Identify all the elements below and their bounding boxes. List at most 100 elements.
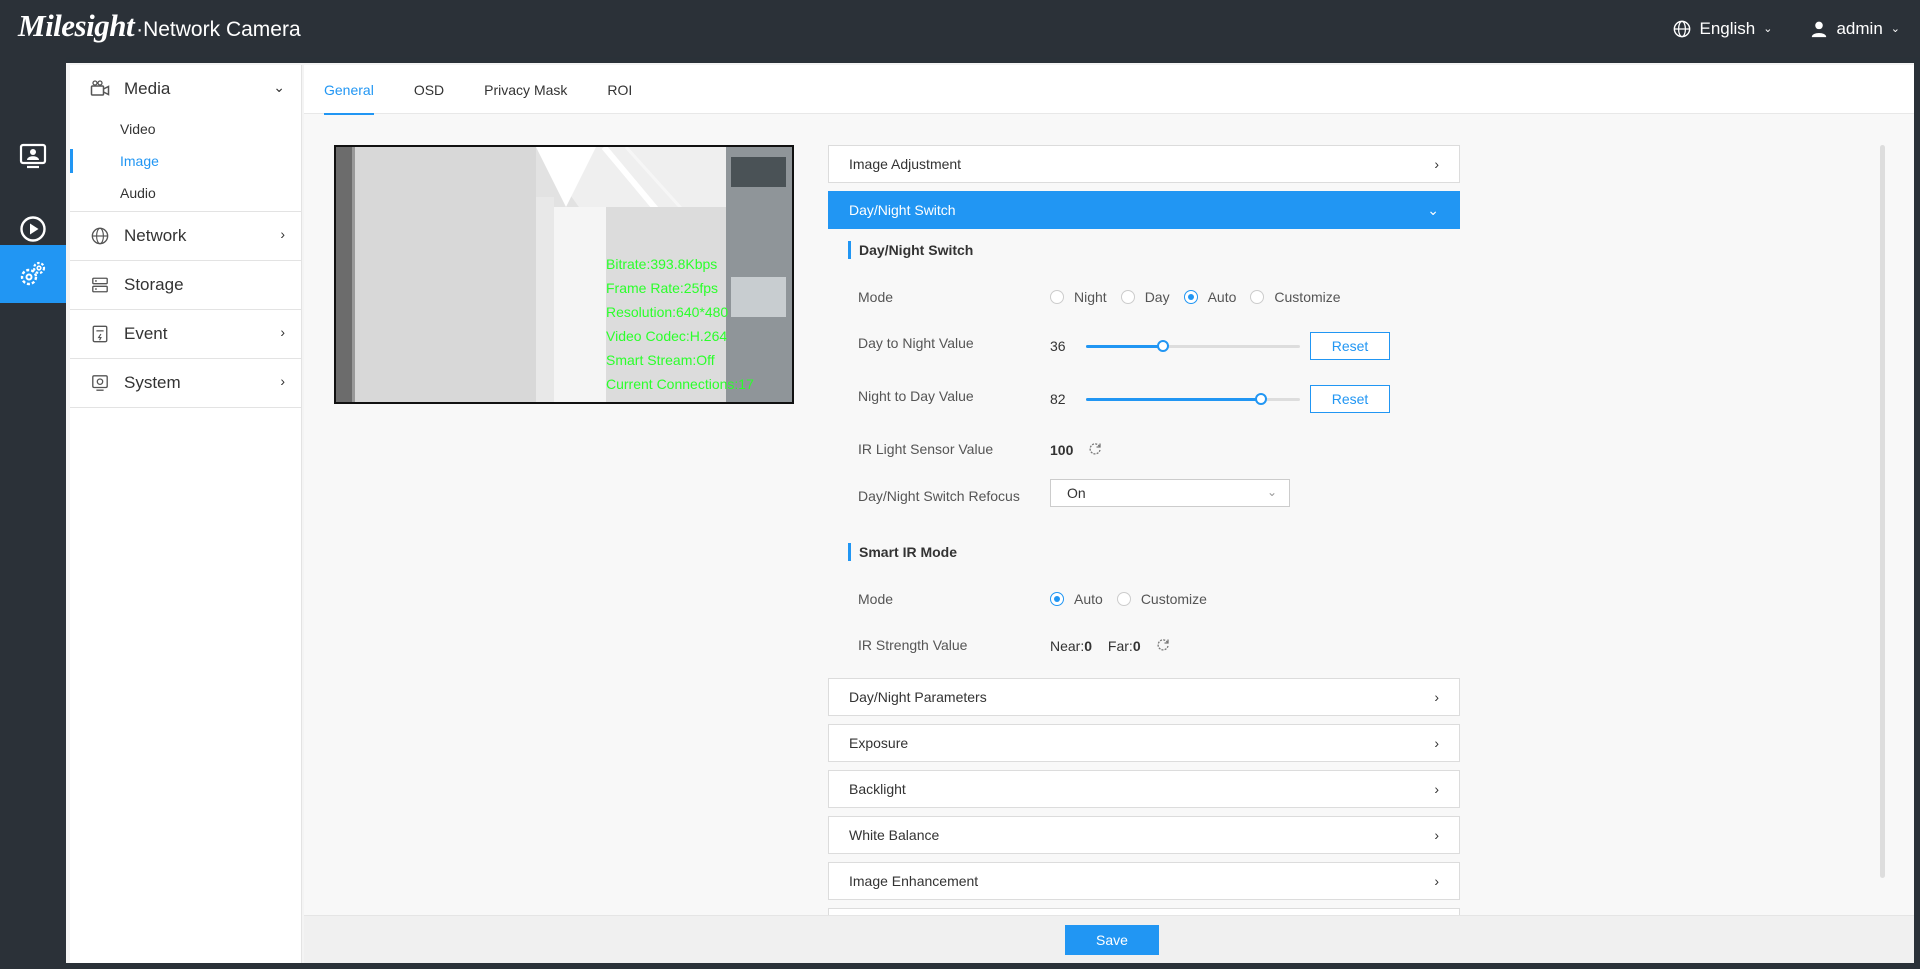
accordion-exposure[interactable]: Exposure › (828, 724, 1460, 762)
chevron-right-icon: › (280, 324, 285, 340)
chevron-right-icon: › (1434, 156, 1439, 172)
radio-night[interactable]: Night (1050, 289, 1107, 305)
chevron-right-icon: › (1434, 781, 1439, 797)
section-title-smart-ir: Smart IR Mode (848, 543, 957, 561)
slider-knob[interactable] (1157, 340, 1170, 352)
refocus-label: Day/Night Switch Refocus (858, 488, 1020, 504)
accordion-day-night-switch[interactable]: Day/Night Switch ⌄ (828, 191, 1460, 229)
chevron-right-icon: › (280, 226, 285, 242)
slider-knob[interactable] (1255, 393, 1268, 405)
osd-line: Video Codec:H.264 (606, 328, 728, 344)
radio-ir-customize[interactable]: Customize (1116, 591, 1207, 607)
tab-general[interactable]: General (324, 65, 374, 115)
live-view-icon (19, 143, 47, 169)
ir-strength-values: Near:0 Far:0 (1050, 638, 1141, 654)
product-name: ·Network Camera (136, 18, 301, 41)
mode-label: Mode (858, 289, 894, 305)
tab-roi[interactable]: ROI (607, 65, 632, 114)
ir-sensor-value: 100 (1050, 442, 1074, 458)
system-icon (90, 373, 110, 393)
radio-label: Day (1144, 289, 1170, 305)
user-icon (1812, 21, 1827, 37)
user-label: admin (1836, 18, 1883, 38)
tab-osd[interactable]: OSD (414, 65, 444, 114)
refocus-select[interactable]: On ⌄ (1050, 479, 1290, 507)
event-icon (90, 324, 110, 344)
chevron-down-icon: ⌄ (1427, 202, 1439, 218)
refocus-value: On (1067, 485, 1086, 501)
far-value: 0 (1132, 638, 1141, 654)
playback-icon (20, 216, 46, 242)
menu-item-storage[interactable]: Storage (70, 261, 301, 309)
menu-item-network[interactable]: Network › (70, 212, 301, 260)
globe-icon (1674, 20, 1691, 37)
menu-group-system: System › (70, 359, 301, 408)
accordion-backlight[interactable]: Backlight › (828, 770, 1460, 808)
main-panel: General OSD Privacy Mask ROI Bitrate:393… (304, 65, 1914, 918)
submenu-image[interactable]: Image (70, 145, 301, 177)
refresh-icon[interactable] (1156, 638, 1170, 655)
night-to-day-label: Night to Day Value (858, 388, 974, 404)
menu-group-network: Network › (70, 212, 301, 261)
day-to-night-slider[interactable] (1086, 340, 1300, 352)
smart-ir-mode-label: Mode (858, 591, 894, 607)
menu-label-media: Media (124, 79, 171, 98)
chevron-down-icon: ⌄ (273, 79, 285, 95)
radio-dot (1120, 290, 1135, 304)
top-bar: Milesight ·Network Camera English ⌄ admi… (0, 0, 1920, 57)
radio-label: Customize (1140, 591, 1207, 607)
accordion-image-enhancement[interactable]: Image Enhancement › (828, 862, 1460, 900)
menu-group-event: Event › (70, 310, 301, 359)
live-view-button[interactable] (0, 127, 66, 185)
submenu-audio[interactable]: Audio (70, 177, 301, 209)
chevron-down-icon: ⌄ (1763, 23, 1773, 35)
accordion-day-night-parameters[interactable]: Day/Night Parameters › (828, 678, 1460, 716)
camera-preview[interactable]: Bitrate:393.8Kbps Frame Rate:25fps Resol… (334, 145, 794, 404)
reset-night-to-day-button[interactable]: Reset (1310, 385, 1390, 413)
menu-item-event[interactable]: Event › (70, 310, 301, 358)
tab-bar: General OSD Privacy Mask ROI (304, 65, 1914, 115)
brand: Milesight ·Network Camera (18, 8, 301, 44)
radio-dot-selected (1050, 592, 1064, 606)
chevron-right-icon: › (1434, 689, 1439, 705)
menu-group-media: Media ⌄ Video Image Audio (70, 65, 301, 212)
menu-group-storage: Storage (70, 261, 301, 310)
chevron-down-icon: ⌄ (1890, 23, 1900, 35)
radio-dot (1250, 290, 1265, 304)
slider-fill (1086, 345, 1164, 348)
save-button[interactable]: Save (1065, 925, 1159, 955)
radio-dot (1116, 592, 1131, 606)
ir-strength-label: IR Strength Value (858, 637, 968, 653)
radio-dot-selected (1183, 290, 1198, 304)
radio-label: Customize (1274, 289, 1341, 305)
radio-label: Auto (1074, 591, 1103, 607)
menu-item-media[interactable]: Media ⌄ (70, 65, 301, 113)
user-menu[interactable]: admin ⌄ (1810, 19, 1900, 39)
accordion-bottom: Day/Night Parameters › Exposure › Backli… (828, 678, 1460, 926)
reset-day-to-night-button[interactable]: Reset (1310, 332, 1390, 360)
radio-customize[interactable]: Customize (1250, 289, 1341, 305)
accordion-label: Day/Night Switch (849, 202, 956, 218)
settings-button[interactable] (0, 245, 66, 303)
chevron-down-icon: ⌄ (1266, 485, 1277, 499)
night-to-day-slider[interactable] (1086, 393, 1300, 405)
accordion-image-adjustment[interactable]: Image Adjustment › (828, 145, 1460, 183)
tab-privacy-mask[interactable]: Privacy Mask (484, 65, 567, 114)
radio-ir-auto[interactable]: Auto (1050, 591, 1103, 607)
radio-day[interactable]: Day (1120, 289, 1170, 305)
radio-label: Auto (1207, 289, 1237, 305)
day-to-night-label: Day to Night Value (858, 335, 974, 351)
menu-item-system[interactable]: System › (70, 359, 301, 407)
submenu-video[interactable]: Video (70, 113, 301, 145)
menu-label-network: Network (124, 226, 187, 245)
near-value: 0 (1084, 638, 1093, 654)
accordion-label: Image Enhancement (849, 873, 979, 889)
scrollbar[interactable] (1880, 145, 1885, 878)
language-selector[interactable]: English ⌄ (1673, 19, 1772, 39)
accordion-white-balance[interactable]: White Balance › (828, 816, 1460, 854)
menu-label-storage: Storage (124, 275, 184, 294)
osd-overlay: Bitrate:393.8Kbps Frame Rate:25fps Resol… (606, 252, 754, 396)
refresh-icon[interactable] (1088, 442, 1102, 459)
storage-icon (90, 275, 110, 295)
radio-auto[interactable]: Auto (1183, 289, 1237, 305)
